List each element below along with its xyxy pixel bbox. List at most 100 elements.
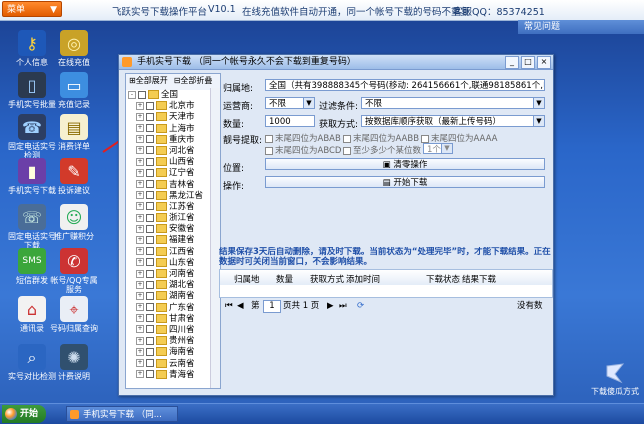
window-titlebar[interactable]: 手机实号下载 （同一个帐号永久不会下载到重复号码） _ □ ×: [119, 55, 553, 70]
tree-item[interactable]: + 山东省: [128, 257, 220, 269]
tree-item[interactable]: + 四川省: [128, 324, 220, 336]
expand-icon[interactable]: +: [136, 347, 144, 356]
tree-item[interactable]: + 河南省: [128, 269, 220, 280]
expand-icon[interactable]: +: [136, 112, 144, 121]
tree-item[interactable]: + 上海市: [128, 123, 220, 135]
option-abab[interactable]: 末尾四位为ABAB: [265, 132, 341, 144]
clear-button[interactable]: ▣ 清零操作: [265, 158, 545, 170]
tree-checkbox[interactable]: [146, 280, 154, 289]
desktop-icon-feedback[interactable]: ✎ 投诉建议: [48, 158, 100, 195]
desktop-icon-referral[interactable]: ☺ 推广赚积分: [48, 204, 100, 241]
tree-checkbox[interactable]: [146, 336, 154, 345]
expand-icon[interactable]: +: [136, 303, 144, 312]
tree-checkbox[interactable]: [146, 224, 154, 233]
desktop-icon-recharge[interactable]: ◎ 在线充值: [48, 30, 100, 67]
method-select[interactable]: 按数据库顺序获取（最新上传号码） ▼: [361, 115, 545, 127]
desktop-icon-number-lookup[interactable]: ⌖ 号码归属查询: [48, 296, 100, 333]
start-button[interactable]: 开始: [2, 405, 46, 423]
refresh-icon[interactable]: ⟳: [357, 299, 364, 313]
collapse-all-button[interactable]: ⊟全部折叠: [172, 75, 215, 89]
expand-icon[interactable]: +: [136, 359, 144, 367]
tree-item[interactable]: + 浙江省: [128, 213, 220, 224]
tree-item[interactable]: + 湖北省: [128, 280, 220, 291]
tree-item[interactable]: + 海南省: [128, 347, 220, 358]
tree-checkbox[interactable]: [146, 112, 154, 121]
expand-icon[interactable]: +: [136, 124, 144, 133]
expand-icon[interactable]: +: [136, 258, 144, 267]
start-download-button[interactable]: ▤ 开始下载: [265, 176, 545, 188]
tree-item[interactable]: + 山西省: [128, 157, 220, 168]
expand-icon[interactable]: +: [136, 314, 144, 323]
tree-checkbox[interactable]: [146, 359, 154, 367]
last-page-icon[interactable]: ⏭: [339, 299, 347, 313]
column-header[interactable]: 结果下载: [462, 273, 496, 285]
column-header[interactable]: 数量: [276, 273, 293, 285]
tree-item[interactable]: + 北京市: [128, 101, 220, 112]
tree-item[interactable]: + 江苏省: [128, 201, 220, 213]
collapse-icon[interactable]: -: [128, 90, 136, 99]
tree-item[interactable]: + 青海省: [128, 369, 220, 381]
tree-scrollbar[interactable]: [210, 88, 220, 388]
expand-icon[interactable]: +: [136, 157, 144, 166]
faq-link[interactable]: 常见问题: [518, 20, 644, 34]
operator-select[interactable]: 不限 ▼: [265, 97, 315, 109]
expand-icon[interactable]: +: [136, 135, 144, 144]
tree-checkbox[interactable]: [146, 168, 154, 177]
tree-checkbox[interactable]: [146, 124, 154, 133]
minimize-button[interactable]: _: [505, 56, 519, 69]
tree-item[interactable]: + 广东省: [128, 302, 220, 314]
tree-item[interactable]: + 福建省: [128, 235, 220, 246]
desktop-icon-recharge-history[interactable]: ▭ 充值记录: [48, 72, 100, 109]
tree-item[interactable]: + 河北省: [128, 145, 220, 157]
expand-icon[interactable]: +: [136, 269, 144, 278]
expand-icon[interactable]: +: [136, 370, 144, 379]
expand-icon[interactable]: +: [136, 235, 144, 244]
tree-item[interactable]: + 辽宁省: [128, 168, 220, 179]
tree-checkbox[interactable]: [146, 157, 154, 166]
expand-icon[interactable]: +: [136, 146, 144, 155]
column-header[interactable]: 获取方式: [310, 273, 344, 285]
tree-item[interactable]: + 黑龙江省: [128, 190, 220, 202]
tree-checkbox[interactable]: [146, 258, 154, 267]
tree-checkbox[interactable]: [146, 303, 154, 312]
expand-icon[interactable]: +: [136, 247, 144, 256]
close-button[interactable]: ×: [537, 56, 551, 69]
maximize-button[interactable]: □: [521, 56, 535, 69]
expand-icon[interactable]: +: [136, 191, 144, 200]
expand-icon[interactable]: +: [136, 325, 144, 334]
first-page-icon[interactable]: ⏮: [225, 299, 233, 313]
tree-checkbox[interactable]: [146, 191, 154, 200]
expand-icon[interactable]: +: [136, 213, 144, 222]
tree-checkbox[interactable]: [138, 90, 146, 99]
prev-page-icon[interactable]: ◀: [237, 299, 244, 313]
tree-checkbox[interactable]: [146, 314, 154, 323]
expand-icon[interactable]: +: [136, 280, 144, 289]
tree-checkbox[interactable]: [146, 247, 154, 256]
tree-checkbox[interactable]: [146, 202, 154, 211]
tree-item[interactable]: + 安徽省: [128, 224, 220, 235]
page-input[interactable]: 1: [263, 300, 281, 313]
expand-icon[interactable]: +: [136, 101, 144, 110]
tree-checkbox[interactable]: [146, 213, 154, 222]
tree-item[interactable]: + 江西省: [128, 246, 220, 258]
tree-checkbox[interactable]: [146, 370, 154, 379]
expand-icon[interactable]: +: [136, 180, 144, 188]
tree-checkbox[interactable]: [146, 101, 154, 110]
column-header[interactable]: 归属地: [234, 273, 260, 285]
digit-count-select[interactable]: 1个 ▼: [423, 143, 453, 154]
option-abcd[interactable]: 末尾四位为ABCD: [265, 144, 341, 156]
tree-checkbox[interactable]: [146, 269, 154, 278]
expand-icon[interactable]: +: [136, 168, 144, 177]
desktop-icon-billing-info[interactable]: ✺ 计费说明: [48, 344, 100, 381]
column-header[interactable]: 下载状态: [426, 273, 460, 285]
tree-item[interactable]: + 甘肃省: [128, 313, 220, 325]
tree-item[interactable]: + 湖南省: [128, 291, 220, 302]
filter-select[interactable]: 不限 ▼: [361, 97, 545, 109]
expand-icon[interactable]: +: [136, 202, 144, 211]
tree-item[interactable]: + 天津市: [128, 112, 220, 123]
tree-checkbox[interactable]: [146, 135, 154, 144]
region-field[interactable]: 全国（共有398888345个号码(移动: 264156661个,联通98185…: [265, 79, 545, 91]
option-min-digits[interactable]: 至少多少个某位数: [343, 144, 421, 156]
expand-icon[interactable]: +: [136, 224, 144, 233]
desktop-icon-qq-service[interactable]: ✆ 帐号/QQ专属服务: [48, 248, 100, 294]
